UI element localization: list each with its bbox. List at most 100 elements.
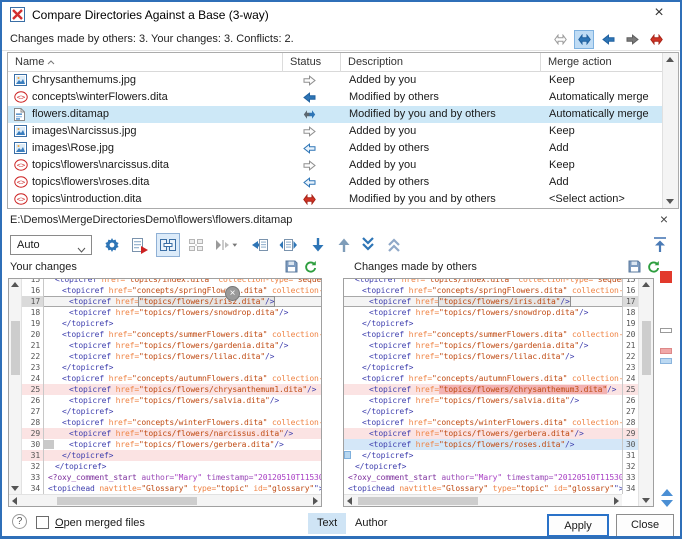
line-number: 22 bbox=[622, 351, 638, 362]
line-number: 18 bbox=[22, 307, 44, 318]
left-horizontal-scrollbar[interactable] bbox=[9, 494, 321, 506]
others-changes-editor[interactable]: <topicref href="topics/index.dita" colle… bbox=[343, 278, 654, 507]
copy-change-left-icon[interactable] bbox=[248, 233, 272, 257]
perform-diff-icon[interactable] bbox=[128, 233, 152, 257]
right-vertical-scrollbar[interactable] bbox=[638, 279, 653, 506]
close-button[interactable]: Close bbox=[616, 514, 674, 537]
double-arrow-outline-icon[interactable] bbox=[550, 30, 570, 49]
code-line: <topicref href="concepts/springFlowers.d… bbox=[344, 285, 638, 296]
merge-action-select[interactable]: Keep bbox=[541, 72, 662, 89]
code-line: <topicref href="topics/flowers/snowdrop.… bbox=[344, 307, 638, 318]
your-changes-editor[interactable]: 15<topicref href="topics/index.dita" col… bbox=[8, 278, 322, 507]
open-merged-files-checkbox[interactable] bbox=[36, 516, 49, 529]
double-arrow-blue-icon[interactable] bbox=[574, 30, 594, 49]
table-row[interactable]: flowers.ditamapModified by you and by ot… bbox=[8, 106, 662, 123]
code-line: <?oxy_comment_start author="Mary" timest… bbox=[344, 472, 638, 483]
dita-file-icon: <> bbox=[14, 159, 28, 174]
change-description: Added by others bbox=[341, 174, 541, 191]
save-left-icon[interactable] bbox=[285, 260, 301, 276]
compare-directories-dialog: Compare Directories Against a Base (3-wa… bbox=[0, 0, 682, 539]
apply-button[interactable]: Apply bbox=[547, 514, 609, 537]
sort-ascending-icon bbox=[47, 60, 55, 65]
diff-overview-ruler[interactable] bbox=[659, 270, 673, 502]
settings-gear-icon[interactable] bbox=[100, 233, 124, 257]
file-name: <>topics\flowers\narcissus.dita bbox=[8, 157, 278, 174]
help-icon[interactable]: ? bbox=[12, 514, 27, 529]
next-conflict-icon[interactable] bbox=[356, 233, 380, 257]
open-merged-files-label[interactable]: Open merged files bbox=[55, 517, 145, 529]
table-row[interactable]: Chrysanthemums.jpgAdded by youKeep bbox=[8, 72, 662, 89]
change-description: Added by you bbox=[341, 123, 541, 140]
algorithm-select[interactable]: Auto bbox=[10, 235, 92, 255]
ruler-mark-add[interactable] bbox=[660, 358, 672, 364]
merge-toolbar: Auto bbox=[2, 230, 680, 260]
panel-close-icon[interactable]: × bbox=[660, 211, 668, 227]
double-arrow-red-icon[interactable] bbox=[646, 30, 666, 49]
code-line: <topicref href="concepts/autumnFlowers.d… bbox=[344, 373, 638, 384]
code-line: </topicref>32 bbox=[344, 461, 638, 472]
column-header-merge-action[interactable]: Merge action bbox=[541, 53, 662, 72]
merge-action-select[interactable]: Keep bbox=[541, 123, 662, 140]
arrow-left-blue-icon[interactable] bbox=[598, 30, 618, 49]
svg-text:<>: <> bbox=[17, 94, 25, 102]
table-row[interactable]: <>concepts\winterFlowers.ditaModified by… bbox=[8, 89, 662, 106]
column-header-name[interactable]: Name bbox=[8, 53, 283, 72]
next-difference-icon[interactable] bbox=[306, 233, 330, 257]
copy-all-changes-icon[interactable] bbox=[276, 233, 300, 257]
status-dbl-mixed-icon bbox=[278, 106, 341, 123]
arrow-right-gray-icon[interactable] bbox=[622, 30, 642, 49]
ditamap-file-icon bbox=[14, 108, 25, 123]
table-row[interactable]: <>topics\introduction.ditaModified by yo… bbox=[8, 191, 662, 208]
line-number: 27 bbox=[622, 406, 638, 417]
next-block-dropdown-icon[interactable] bbox=[212, 233, 242, 257]
synchronized-scrolling-icon[interactable] bbox=[156, 233, 180, 257]
line-number: 17 bbox=[22, 296, 44, 307]
file-name: images\Rose.jpg bbox=[8, 140, 278, 157]
code-line: 26<topicref href="topics/flowers/salvia.… bbox=[22, 395, 321, 406]
column-header-description[interactable]: Description bbox=[341, 53, 541, 72]
line-number: 27 bbox=[22, 406, 44, 417]
merge-action-select[interactable]: Keep bbox=[541, 157, 662, 174]
table-row[interactable]: images\Rose.jpgAdded by othersAdd bbox=[8, 140, 662, 157]
merge-action-select[interactable]: Automatically merge bbox=[541, 89, 662, 106]
scroll-up-mini-icon[interactable] bbox=[661, 489, 673, 496]
line-number: 21 bbox=[22, 340, 44, 351]
tab-text-mode[interactable]: Text bbox=[308, 513, 346, 534]
merge-action-select[interactable]: <Select action> bbox=[541, 191, 662, 208]
table-row[interactable]: images\Narcissus.jpgAdded by youKeep bbox=[8, 123, 662, 140]
code-line: 16<topicref href="concepts/springFlowers… bbox=[22, 285, 321, 296]
save-right-icon[interactable] bbox=[628, 260, 644, 276]
refresh-left-icon[interactable] bbox=[303, 260, 319, 276]
merge-action-select[interactable]: Automatically merge bbox=[541, 106, 662, 123]
merge-action-select[interactable]: Add bbox=[541, 140, 662, 157]
scroll-down-mini-icon[interactable] bbox=[661, 500, 673, 507]
table-scrollbar[interactable] bbox=[662, 53, 678, 208]
code-line: 33<?oxy_comment_start author="Mary" time… bbox=[22, 472, 321, 483]
change-description: Added by you bbox=[341, 72, 541, 89]
table-header: Name StatusDescriptionMerge action bbox=[8, 53, 678, 72]
change-description: Modified by others bbox=[341, 89, 541, 106]
code-line: </topicref>27 bbox=[344, 406, 638, 417]
tab-author-mode[interactable]: Author bbox=[346, 513, 396, 534]
previous-difference-icon[interactable] bbox=[332, 233, 356, 257]
diff-navigation-toolbar bbox=[550, 30, 666, 49]
code-line: <topicref href="topics/flowers/salvia.di… bbox=[344, 395, 638, 406]
table-row[interactable]: <>topics\flowers\narcissus.ditaAdded by … bbox=[8, 157, 662, 174]
left-vertical-scrollbar[interactable] bbox=[9, 279, 22, 494]
word-level-diff-icon[interactable] bbox=[184, 233, 208, 257]
ruler-mark-neutral[interactable] bbox=[660, 328, 672, 333]
column-header-status[interactable]: Status bbox=[283, 53, 341, 72]
first-difference-icon[interactable] bbox=[648, 233, 672, 257]
table-row[interactable]: <>topics\flowers\roses.ditaAdded by othe… bbox=[8, 174, 662, 191]
merge-action-select[interactable]: Add bbox=[541, 174, 662, 191]
dismiss-change-icon[interactable]: × bbox=[225, 286, 240, 301]
ruler-mark-delete[interactable] bbox=[660, 348, 672, 354]
change-description: Modified by you and by others bbox=[341, 106, 541, 123]
code-line: <topicref href="concepts/winterFlowers.d… bbox=[344, 417, 638, 428]
line-number: 29 bbox=[22, 428, 44, 439]
right-horizontal-scrollbar[interactable] bbox=[344, 494, 622, 506]
line-number: 25 bbox=[622, 384, 638, 395]
previous-conflict-icon[interactable] bbox=[382, 233, 406, 257]
window-close-icon[interactable]: × bbox=[648, 4, 670, 22]
ruler-mark-conflict[interactable] bbox=[660, 271, 672, 283]
